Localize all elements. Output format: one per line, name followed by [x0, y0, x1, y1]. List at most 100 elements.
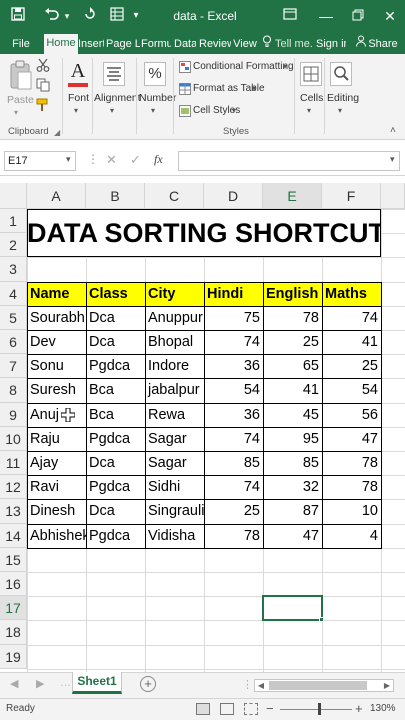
clipboard-launcher-icon[interactable]: ◢	[54, 126, 60, 139]
scrollbar-thumb[interactable]	[269, 681, 367, 690]
table-cell[interactable]: Ajay	[27, 451, 86, 475]
table-cell[interactable]: Anuj	[27, 403, 86, 427]
table-cell[interactable]: 4	[322, 524, 381, 548]
table-header-cell[interactable]: Maths	[322, 282, 381, 306]
cell-styles-icon[interactable]	[179, 104, 191, 117]
column-header[interactable]: B	[86, 183, 145, 209]
format-as-table-dropdown-icon[interactable]: ▾	[252, 82, 256, 95]
table-cell[interactable]: 56	[322, 403, 381, 427]
column-header[interactable]: A	[27, 183, 86, 209]
zoom-in-icon[interactable]: +	[355, 701, 363, 716]
table-cell[interactable]: Indore	[145, 354, 204, 378]
table-cell[interactable]: Sagar	[145, 427, 204, 451]
number-dropdown-icon[interactable]: ▾	[151, 104, 155, 117]
table-cell[interactable]: Dca	[86, 330, 145, 354]
conditional-formatting-dropdown-icon[interactable]: ▾	[283, 60, 287, 73]
tab-page-layout[interactable]: Page La	[106, 35, 140, 54]
table-cell[interactable]: 78	[263, 306, 322, 330]
table-cell[interactable]: 78	[322, 451, 381, 475]
conditional-formatting-icon[interactable]	[179, 60, 191, 73]
tab-file[interactable]: File	[8, 35, 34, 54]
format-painter-icon[interactable]	[36, 98, 50, 112]
row-header[interactable]: 4	[0, 281, 27, 306]
copy-icon[interactable]	[36, 78, 50, 92]
row-header[interactable]: 16	[0, 572, 27, 597]
table-header-cell[interactable]: City	[145, 282, 204, 306]
person-icon[interactable]	[355, 35, 367, 54]
table-cell[interactable]: 41	[322, 330, 381, 354]
row-header[interactable]: 8	[0, 378, 27, 403]
table-cell[interactable]: Bca	[86, 403, 145, 427]
zoom-level[interactable]: 130%	[370, 703, 396, 714]
undo-dropdown-icon[interactable]: ▾	[62, 6, 72, 26]
row-header[interactable]: 3	[0, 257, 27, 282]
row-header[interactable]: 15	[0, 547, 27, 572]
tab-view[interactable]: View	[233, 35, 257, 54]
percent-icon[interactable]: %	[144, 62, 166, 86]
ribbon-display-icon[interactable]	[280, 6, 300, 26]
font-dropdown-icon[interactable]: ▾	[74, 104, 78, 117]
cell-styles-dropdown-icon[interactable]: ▾	[232, 104, 236, 117]
table-cell[interactable]: 95	[263, 427, 322, 451]
table-cell[interactable]: 45	[263, 403, 322, 427]
table-cell[interactable]: Pgdca	[86, 524, 145, 548]
zoom-slider-thumb[interactable]	[318, 703, 321, 715]
alignment-button[interactable]: Alignment	[94, 92, 141, 105]
new-sheet-button[interactable]: +	[140, 676, 156, 692]
table-cell[interactable]: 25	[322, 354, 381, 378]
fill-handle[interactable]	[319, 617, 324, 623]
row-header[interactable]: 14	[0, 523, 27, 548]
column-header[interactable]: F	[322, 183, 381, 209]
table-cell[interactable]: Dca	[86, 451, 145, 475]
zoom-slider[interactable]	[280, 709, 352, 710]
paste-button[interactable]: Paste	[7, 94, 34, 107]
table-cell[interactable]: 65	[263, 354, 322, 378]
table-cell[interactable]: 75	[204, 306, 263, 330]
insert-function-icon[interactable]: fx	[154, 152, 163, 167]
table-cell[interactable]: 74	[322, 306, 381, 330]
tab-split-handle[interactable]: ⋮	[242, 678, 253, 691]
editing-dropdown-icon[interactable]: ▾	[338, 104, 342, 117]
undo-icon[interactable]	[42, 6, 62, 26]
minimize-icon[interactable]: —	[316, 6, 336, 26]
selected-cell-e17[interactable]	[262, 595, 323, 622]
page-layout-view-icon[interactable]	[220, 703, 234, 715]
scroll-right-icon[interactable]: ▶	[381, 680, 393, 691]
editing-button[interactable]: Editing	[327, 92, 359, 105]
table-cell[interactable]: Dev	[27, 330, 86, 354]
table-header-cell[interactable]: Hindi	[204, 282, 263, 306]
paste-dropdown-icon[interactable]: ▾	[14, 106, 18, 119]
cancel-entry-icon[interactable]: ✕	[106, 152, 117, 168]
sheet-title[interactable]: DATA SORTING SHORTCUT	[27, 209, 381, 257]
table-cell[interactable]: Pgdca	[86, 427, 145, 451]
table-cell[interactable]: Suresh	[27, 378, 86, 402]
row-header[interactable]: 2	[0, 233, 27, 258]
tab-home[interactable]: Home	[44, 34, 78, 54]
share-button[interactable]: Share	[368, 35, 398, 54]
table-cell[interactable]: 47	[322, 427, 381, 451]
table-cell[interactable]: Sagar	[145, 451, 204, 475]
formula-options-icon[interactable]: ⋮	[87, 152, 99, 166]
table-cell[interactable]: 36	[204, 354, 263, 378]
table-cell[interactable]: Sonu	[27, 354, 86, 378]
paste-icon[interactable]	[8, 60, 34, 92]
tab-review[interactable]: Review	[199, 35, 231, 54]
sign-in-link[interactable]: Sign in	[316, 35, 346, 54]
lightbulb-icon[interactable]	[261, 35, 273, 54]
table-cell[interactable]: Bca	[86, 378, 145, 402]
scroll-left-icon[interactable]: ◀	[255, 680, 267, 691]
next-sheet-icon[interactable]: ▶	[36, 677, 44, 690]
format-as-table-icon[interactable]	[179, 82, 191, 95]
table-cell[interactable]: Dca	[86, 306, 145, 330]
table-cell[interactable]: jabalpur	[145, 378, 204, 402]
worksheet-grid[interactable]: A B C D E F 1 2 3 4 5 6 7 8 9 10 11 12 13 14 15 16 17 18 19 DATA …	[0, 183, 405, 672]
customize-toolbar-icon[interactable]: ▾	[130, 6, 142, 26]
table-cell[interactable]: Pgdca	[86, 354, 145, 378]
table-cell[interactable]: Bhopal	[145, 330, 204, 354]
previous-sheet-icon[interactable]: ◀	[10, 677, 18, 690]
name-box-dropdown-icon[interactable]: ▾	[66, 154, 71, 165]
table-cell[interactable]: 47	[263, 524, 322, 548]
column-header[interactable]: C	[145, 183, 204, 209]
confirm-entry-icon[interactable]: ✓	[130, 152, 141, 168]
table-cell[interactable]: 85	[204, 451, 263, 475]
